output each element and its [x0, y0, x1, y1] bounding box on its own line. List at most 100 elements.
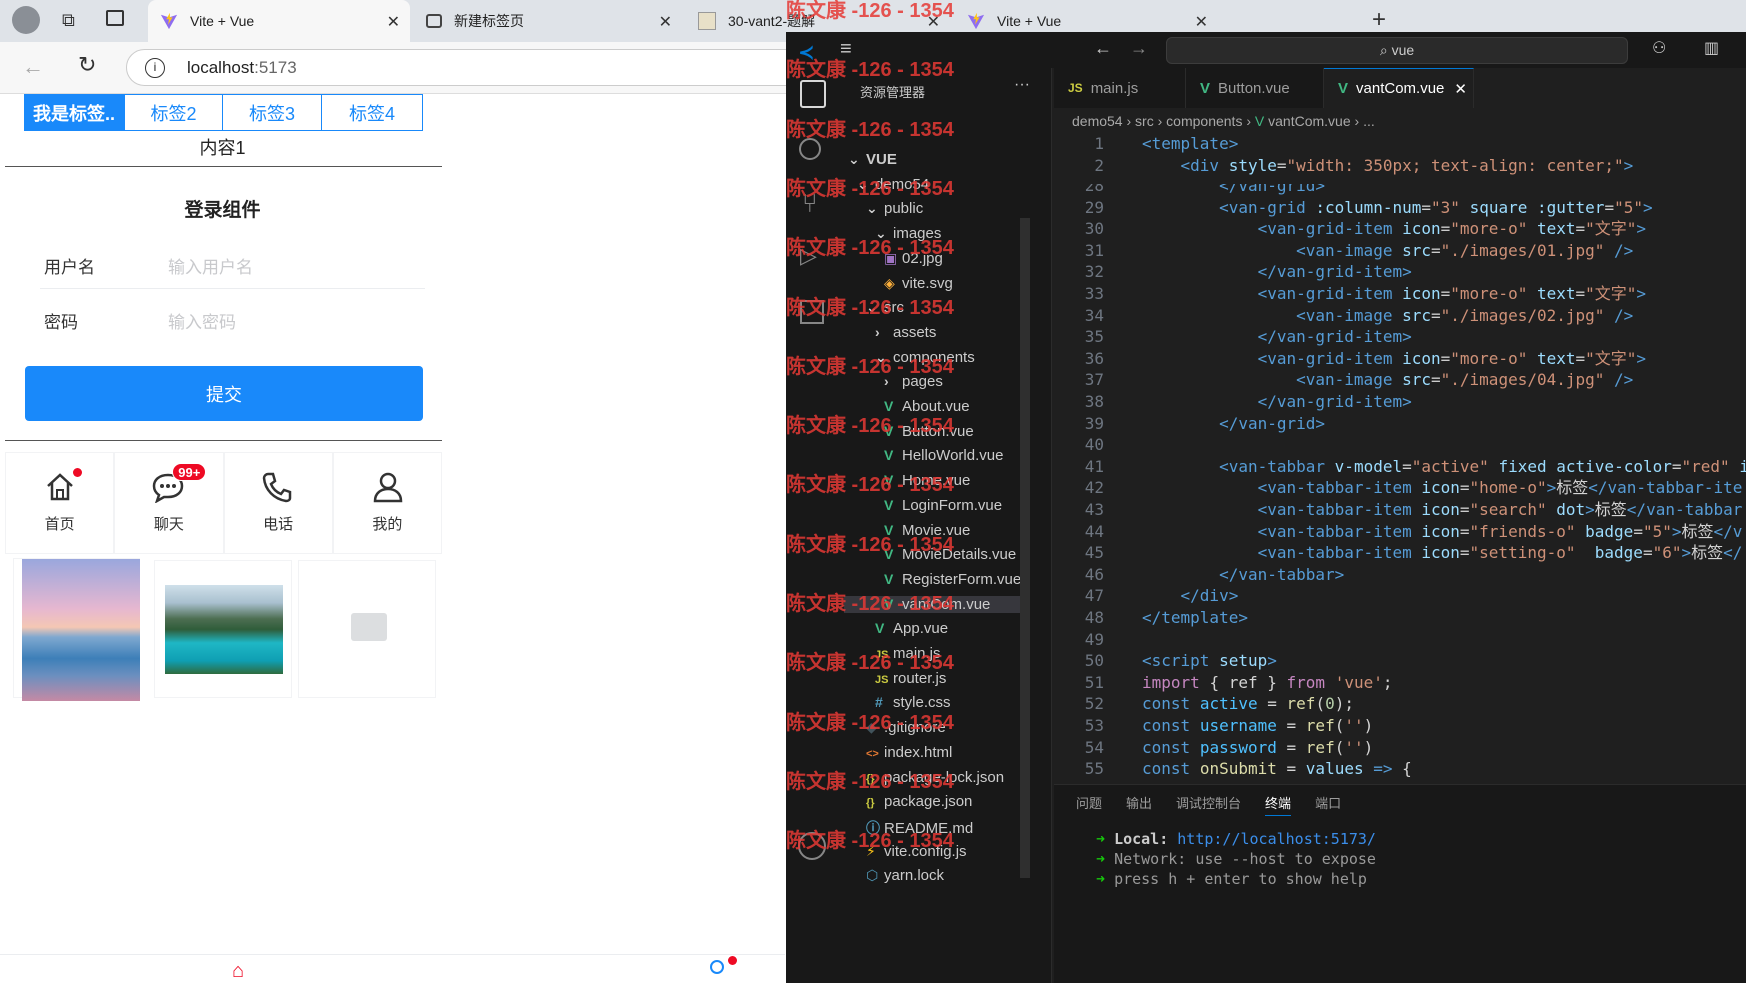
- code-line[interactable]: 1 <template>: [1054, 134, 1238, 156]
- code-line[interactable]: 39 </van-grid>: [1054, 412, 1325, 436]
- close-tab-icon[interactable]: ✕: [927, 12, 940, 32]
- code-editor[interactable]: 1 <template> 2 <div style="width: 350px; t…: [1054, 134, 1746, 780]
- code-line[interactable]: 55 const onSubmit = values => {: [1054, 757, 1412, 780]
- run-debug-icon[interactable]: ▷: [800, 243, 817, 269]
- code-line[interactable]: 50 <script setup>: [1054, 649, 1277, 673]
- tree-item[interactable]: V About.vue: [884, 398, 970, 415]
- breadcrumb-item[interactable]: src: [1135, 113, 1154, 129]
- tree-item[interactable]: JS router.js: [875, 670, 946, 687]
- tree-item[interactable]: ⓘ README.md: [866, 818, 973, 838]
- image-cell-2[interactable]: [154, 560, 292, 698]
- van-tab-4[interactable]: 标签4: [321, 94, 423, 131]
- menu-icon[interactable]: ≡: [840, 38, 852, 61]
- van-tab-2[interactable]: 标签2: [124, 94, 223, 131]
- code-line[interactable]: 49: [1054, 628, 1142, 652]
- tree-item[interactable]: V MovieDetails.vue: [884, 546, 1016, 563]
- reload-icon[interactable]: ↻: [78, 52, 96, 78]
- back-arrow-icon[interactable]: ←: [22, 54, 44, 80]
- tree-item[interactable]: › pages: [884, 373, 943, 390]
- tree-item[interactable]: V Home.vue: [884, 472, 970, 489]
- panel-tab-ports[interactable]: 端口: [1315, 796, 1341, 811]
- code-line[interactable]: 34 <van-image src="./images/02.jpg" />: [1054, 304, 1634, 328]
- code-line[interactable]: 43 <van-tabbar-item icon="search" dot>标签…: [1054, 498, 1743, 522]
- explorer-scrollbar[interactable]: [1020, 218, 1030, 878]
- tree-item[interactable]: ⚡ vite.config.js: [866, 843, 967, 860]
- tree-item[interactable]: V Button.vue: [884, 423, 974, 440]
- code-line[interactable]: 48 </template>: [1054, 606, 1248, 630]
- code-line[interactable]: 33 <van-grid-item icon="more-o" text="文字…: [1054, 282, 1646, 306]
- tree-item[interactable]: {} package-lock.json: [866, 769, 1004, 786]
- code-line[interactable]: 38 </van-grid-item>: [1054, 390, 1412, 414]
- tree-item[interactable]: ⌄ components: [875, 349, 975, 366]
- username-input[interactable]: 输入用户名: [168, 253, 418, 278]
- image-cell-1[interactable]: [13, 558, 140, 701]
- code-line[interactable]: 47 </div>: [1054, 584, 1239, 608]
- van-tab-1[interactable]: 我是标签..: [24, 94, 124, 131]
- terminal-local-url[interactable]: http://localhost:5173/: [1177, 830, 1376, 848]
- code-line[interactable]: 46 </van-tabbar>: [1054, 563, 1345, 587]
- tree-item[interactable]: ◈ vite.svg: [884, 275, 953, 292]
- code-line[interactable]: 45 <van-tabbar-item icon="setting-o" bad…: [1054, 541, 1743, 565]
- collections-icon[interactable]: ⧉: [62, 10, 75, 31]
- layout-icon[interactable]: ▥: [1704, 38, 1719, 58]
- tree-item[interactable]: ▣ 02.jpg: [884, 250, 943, 267]
- close-tab-icon[interactable]: ✕: [1454, 80, 1467, 98]
- panel-tab-terminal[interactable]: 终端: [1265, 796, 1292, 816]
- password-input[interactable]: 输入密码: [168, 308, 418, 333]
- site-info-icon[interactable]: i: [145, 58, 165, 78]
- breadcrumb-item[interactable]: demo54: [1072, 113, 1123, 129]
- close-tab-icon[interactable]: ✕: [1195, 12, 1208, 32]
- tree-item[interactable]: ⌄ src: [866, 299, 904, 316]
- tabbar-search-icon[interactable]: [710, 960, 724, 974]
- account-icon[interactable]: [798, 832, 826, 860]
- code-line[interactable]: 40: [1054, 433, 1142, 457]
- command-search[interactable]: ⌕ vue: [1166, 37, 1628, 64]
- editor-tab-vantcom-vue[interactable]: VvantCom.vue ✕: [1324, 68, 1474, 108]
- code-line[interactable]: 29 <van-grid :column-num="3" square :gut…: [1054, 196, 1653, 220]
- tree-item[interactable]: JS main.js: [875, 645, 941, 662]
- tabbar-home-icon[interactable]: ⌂: [232, 960, 244, 983]
- tree-item[interactable]: <> index.html: [866, 744, 952, 761]
- tab-vite-vue-1[interactable]: Vite + Vue ✕: [148, 0, 410, 42]
- panel-tab-output[interactable]: 输出: [1126, 796, 1152, 811]
- explorer-icon[interactable]: [800, 80, 826, 108]
- new-tab-button[interactable]: +: [1372, 6, 1386, 34]
- tree-item[interactable]: {} package.json: [866, 793, 972, 810]
- grid-item-chat[interactable]: 99+ 聊天: [114, 452, 224, 554]
- back-arrow-icon[interactable]: ←: [1094, 38, 1112, 59]
- code-line[interactable]: 54 const password = ref(''): [1054, 736, 1374, 760]
- tree-item[interactable]: V RegisterForm.vue: [884, 571, 1021, 588]
- copilot-icon[interactable]: ⚇: [1652, 38, 1666, 58]
- code-line[interactable]: 56 console.log('submit', values): [1054, 779, 1441, 780]
- breadcrumb-item[interactable]: ...: [1363, 113, 1375, 129]
- tree-item[interactable]: ⌄ images: [875, 225, 941, 242]
- image-cell-3[interactable]: [298, 560, 436, 698]
- tree-item[interactable]: V HelloWorld.vue: [884, 447, 1003, 464]
- grid-item-phone[interactable]: 电话: [223, 452, 333, 554]
- breadcrumb-item[interactable]: vantCom.vue: [1268, 113, 1350, 129]
- editor-tab-button-vue[interactable]: V Button.vue: [1186, 68, 1324, 108]
- code-line[interactable]: 41 <van-tabbar v-model="active" fixed ac…: [1054, 455, 1746, 479]
- code-line[interactable]: 31 <van-image src="./images/01.jpg" />: [1054, 239, 1634, 263]
- code-line[interactable]: 44 <van-tabbar-item icon="friends-o" bad…: [1054, 520, 1743, 544]
- more-actions-icon[interactable]: ···: [1014, 76, 1030, 94]
- code-line[interactable]: 2 <div style="width: 350px; text-align: …: [1054, 154, 1633, 178]
- editor-tab-main-js[interactable]: JS main.js: [1054, 68, 1186, 108]
- panel-tab-debug-console[interactable]: 调试控制台: [1176, 796, 1241, 811]
- panel-tab-problems[interactable]: 问题: [1076, 796, 1102, 811]
- tree-item[interactable]: ⌄ VUE: [848, 151, 897, 168]
- code-line[interactable]: 28 </van-grid>: [1054, 184, 1325, 198]
- address-bar[interactable]: i localhost:5173: [126, 49, 806, 86]
- van-tab-3[interactable]: 标签3: [222, 94, 322, 131]
- tree-item[interactable]: V App.vue: [875, 620, 948, 637]
- code-line[interactable]: 35 </van-grid-item>: [1054, 325, 1412, 349]
- code-line[interactable]: 36 <van-grid-item icon="more-o" text="文字…: [1054, 347, 1646, 371]
- sidebar-toggle-icon[interactable]: [106, 10, 124, 26]
- tree-item[interactable]: › assets: [875, 324, 936, 341]
- tab-new-tab[interactable]: 新建标签页 ✕: [416, 0, 682, 42]
- profile-avatar[interactable]: [12, 6, 40, 34]
- submit-button[interactable]: 提交: [25, 366, 423, 421]
- tree-item[interactable]: # style.css: [875, 694, 951, 711]
- terminal-output[interactable]: ➜ Local: http://localhost:5173/ ➜ Networ…: [1096, 829, 1376, 889]
- code-line[interactable]: 30 <van-grid-item icon="more-o" text="文字…: [1054, 217, 1646, 241]
